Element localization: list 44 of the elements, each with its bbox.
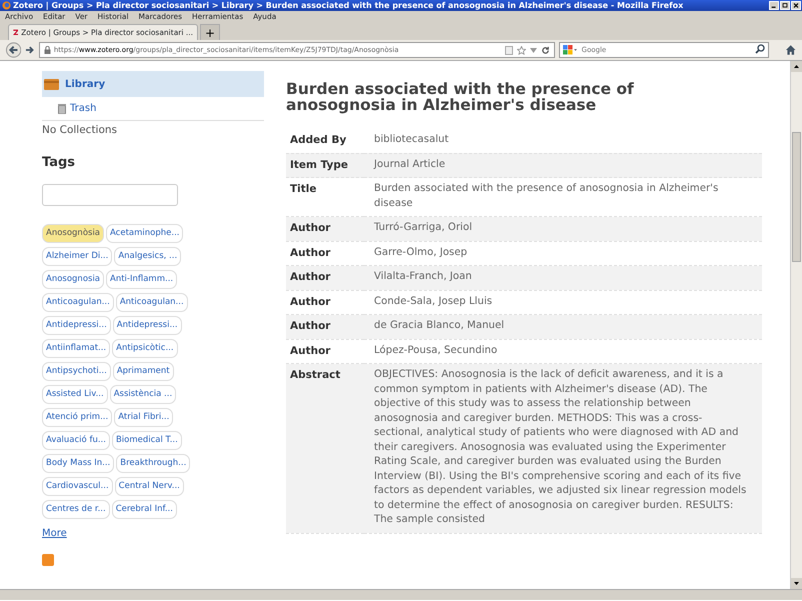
tag-chip[interactable]: Antidepressi... (112, 316, 182, 336)
tag-chip[interactable]: Cardiovascul... (42, 477, 113, 496)
field-label: Abstract (286, 364, 364, 533)
tag-chip[interactable]: Acetaminophe... (106, 224, 184, 244)
new-tab-button[interactable]: + (200, 24, 220, 40)
tag-chip[interactable]: Analgesics, ... (114, 247, 182, 266)
tag-chip[interactable]: Body Mass In... (42, 454, 114, 474)
field-label: Author (286, 266, 364, 290)
tag-chip[interactable]: Assistència ... (110, 385, 176, 404)
tags-heading: Tags (42, 154, 76, 172)
tag-chip[interactable]: Antiinflamat... (42, 339, 110, 358)
tag-chip[interactable]: Anticoagulan... (116, 293, 188, 312)
tag-chip[interactable]: Alzheimer Di... (42, 247, 112, 266)
tag-chip[interactable]: Antipsychoti... (42, 362, 111, 382)
tag-chip[interactable]: Antipsicòtic... (112, 339, 178, 358)
field-value: Turró-Garriga, Oriol (364, 216, 762, 241)
window-title: Zotero | Groups > Pla director sociosanitari > Library > Burden associated with the presence of anosognosia in Alzheimer's disease - Mozilla Firefox (13, 0, 684, 12)
item-title: Burden associated with the presence of anosognosia in Alzheimer's disease (286, 81, 635, 113)
empty-collections-text: No Collections (42, 123, 118, 138)
field-value: Vilalta-Franch, Joan (364, 266, 762, 290)
tag-chip[interactable]: Assisted Liv... (42, 385, 108, 404)
tag-chip[interactable]: Cerebral Inf... (112, 500, 177, 520)
tag-chip[interactable]: Antidepressi... (42, 316, 111, 336)
field-value: de Gracia Blanco, Manuel (364, 314, 762, 339)
tag-chip[interactable]: Anosognòsia (42, 224, 104, 244)
field-label: Author (286, 216, 364, 241)
tag-chip[interactable]: Centres de r... (42, 500, 110, 520)
field-value: Journal Article (364, 153, 762, 178)
tag-chip[interactable]: Biomedical T... (112, 431, 182, 450)
tag-chip[interactable]: Anosognosia (42, 270, 104, 290)
tag-chip[interactable]: Anticoagulan... (42, 293, 114, 312)
tag-chip[interactable]: Central Nerv... (114, 477, 184, 496)
tag-chip[interactable]: Atenció prim... (42, 408, 112, 428)
field-value: OBJECTIVES: Anosognosia is the lack of deficit awareness, and it is a common symptom in patients with Alzheimer's disease (AD). The objective of this study was to assess the relationship between anosognosia and caregiver burden. METHODS: This was a cross-sectional, analytical study of patients who were diagnosed with AD and their caregivers. Anosognosia was evaluated using the Experimenter Rating Scale, and caregiver burden was evaluated using the Burden Interview (BI). Using the BI's comprehensive scoring and each of its five factors as dependent variables, we adjusted six linear regression models to determine the effect of anosognosia on caregiver burden. RESULTS: The sample consisted (364, 364, 762, 533)
library-item[interactable]: Library (42, 71, 264, 97)
field-label: Author (286, 314, 364, 339)
tag-chip[interactable]: Anti-Inflamm... (106, 270, 178, 290)
tag-chip[interactable]: Breakthrough... (116, 454, 190, 474)
more-link[interactable]: More (42, 526, 67, 542)
tag-chip[interactable]: Avaluació fu... (42, 431, 110, 450)
field-label: Item Type (286, 153, 364, 178)
tag-chip[interactable]: Aprimament (112, 362, 174, 382)
trash-link[interactable]: Trash (70, 101, 96, 116)
tag-chip[interactable]: Atrial Fibri... (114, 408, 174, 428)
